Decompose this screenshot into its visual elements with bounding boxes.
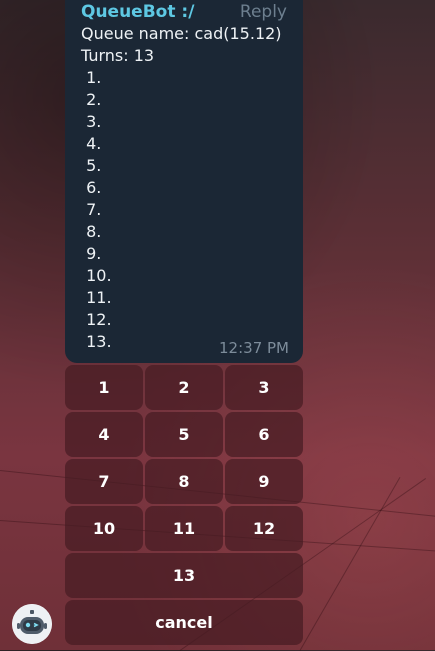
turn-item: 7.	[81, 200, 102, 219]
turn-button-5[interactable]: 5	[145, 412, 223, 457]
turn-button-9[interactable]: 9	[225, 459, 303, 504]
turn-button-2[interactable]: 2	[145, 365, 223, 410]
cancel-button[interactable]: cancel	[65, 600, 303, 645]
sender-name[interactable]: QueueBot :/	[81, 2, 194, 22]
turns-line: Turns: 13	[81, 46, 155, 65]
keyboard-row: 7 8 9	[65, 459, 303, 504]
turn-button-4[interactable]: 4	[65, 412, 143, 457]
keyboard-row: 4 5 6	[65, 412, 303, 457]
turn-button-10[interactable]: 10	[65, 506, 143, 551]
keyboard-row: cancel	[65, 600, 303, 645]
turn-item: 10.	[81, 266, 112, 285]
message-bubble: QueueBot :/ Reply Queue name: cad(15.12)…	[65, 0, 303, 363]
turn-item: 1.	[81, 68, 102, 87]
keyboard-row: 10 11 12	[65, 506, 303, 551]
turn-item: 6.	[81, 178, 102, 197]
turn-item: 8.	[81, 222, 102, 241]
turn-button-8[interactable]: 8	[145, 459, 223, 504]
turn-item: 5.	[81, 156, 102, 175]
turn-button-1[interactable]: 1	[65, 365, 143, 410]
turn-button-11[interactable]: 11	[145, 506, 223, 551]
turn-item: 12.	[81, 310, 112, 329]
turn-button-13[interactable]: 13	[65, 553, 303, 598]
queue-name-line: Queue name: cad(15.12)	[81, 24, 282, 43]
keyboard-row: 13	[65, 553, 303, 598]
turn-item: 11.	[81, 288, 112, 307]
bot-avatar[interactable]	[12, 604, 52, 644]
robot-face-icon	[12, 604, 52, 644]
turn-item: 4.	[81, 134, 102, 153]
turn-button-7[interactable]: 7	[65, 459, 143, 504]
turn-item: 9.	[81, 244, 102, 263]
turn-button-12[interactable]: 12	[225, 506, 303, 551]
turn-item: 2.	[81, 90, 102, 109]
keyboard-row: 1 2 3	[65, 365, 303, 410]
reply-button[interactable]: Reply	[240, 2, 287, 22]
turn-button-6[interactable]: 6	[225, 412, 303, 457]
inline-keyboard: 1 2 3 4 5 6 7 8 9 10 11 12 13 cancel	[65, 365, 303, 647]
turn-item: 3.	[81, 112, 102, 131]
turn-button-3[interactable]: 3	[225, 365, 303, 410]
message-timestamp: 12:37 PM	[219, 339, 289, 357]
turn-item: 13.	[81, 332, 112, 351]
